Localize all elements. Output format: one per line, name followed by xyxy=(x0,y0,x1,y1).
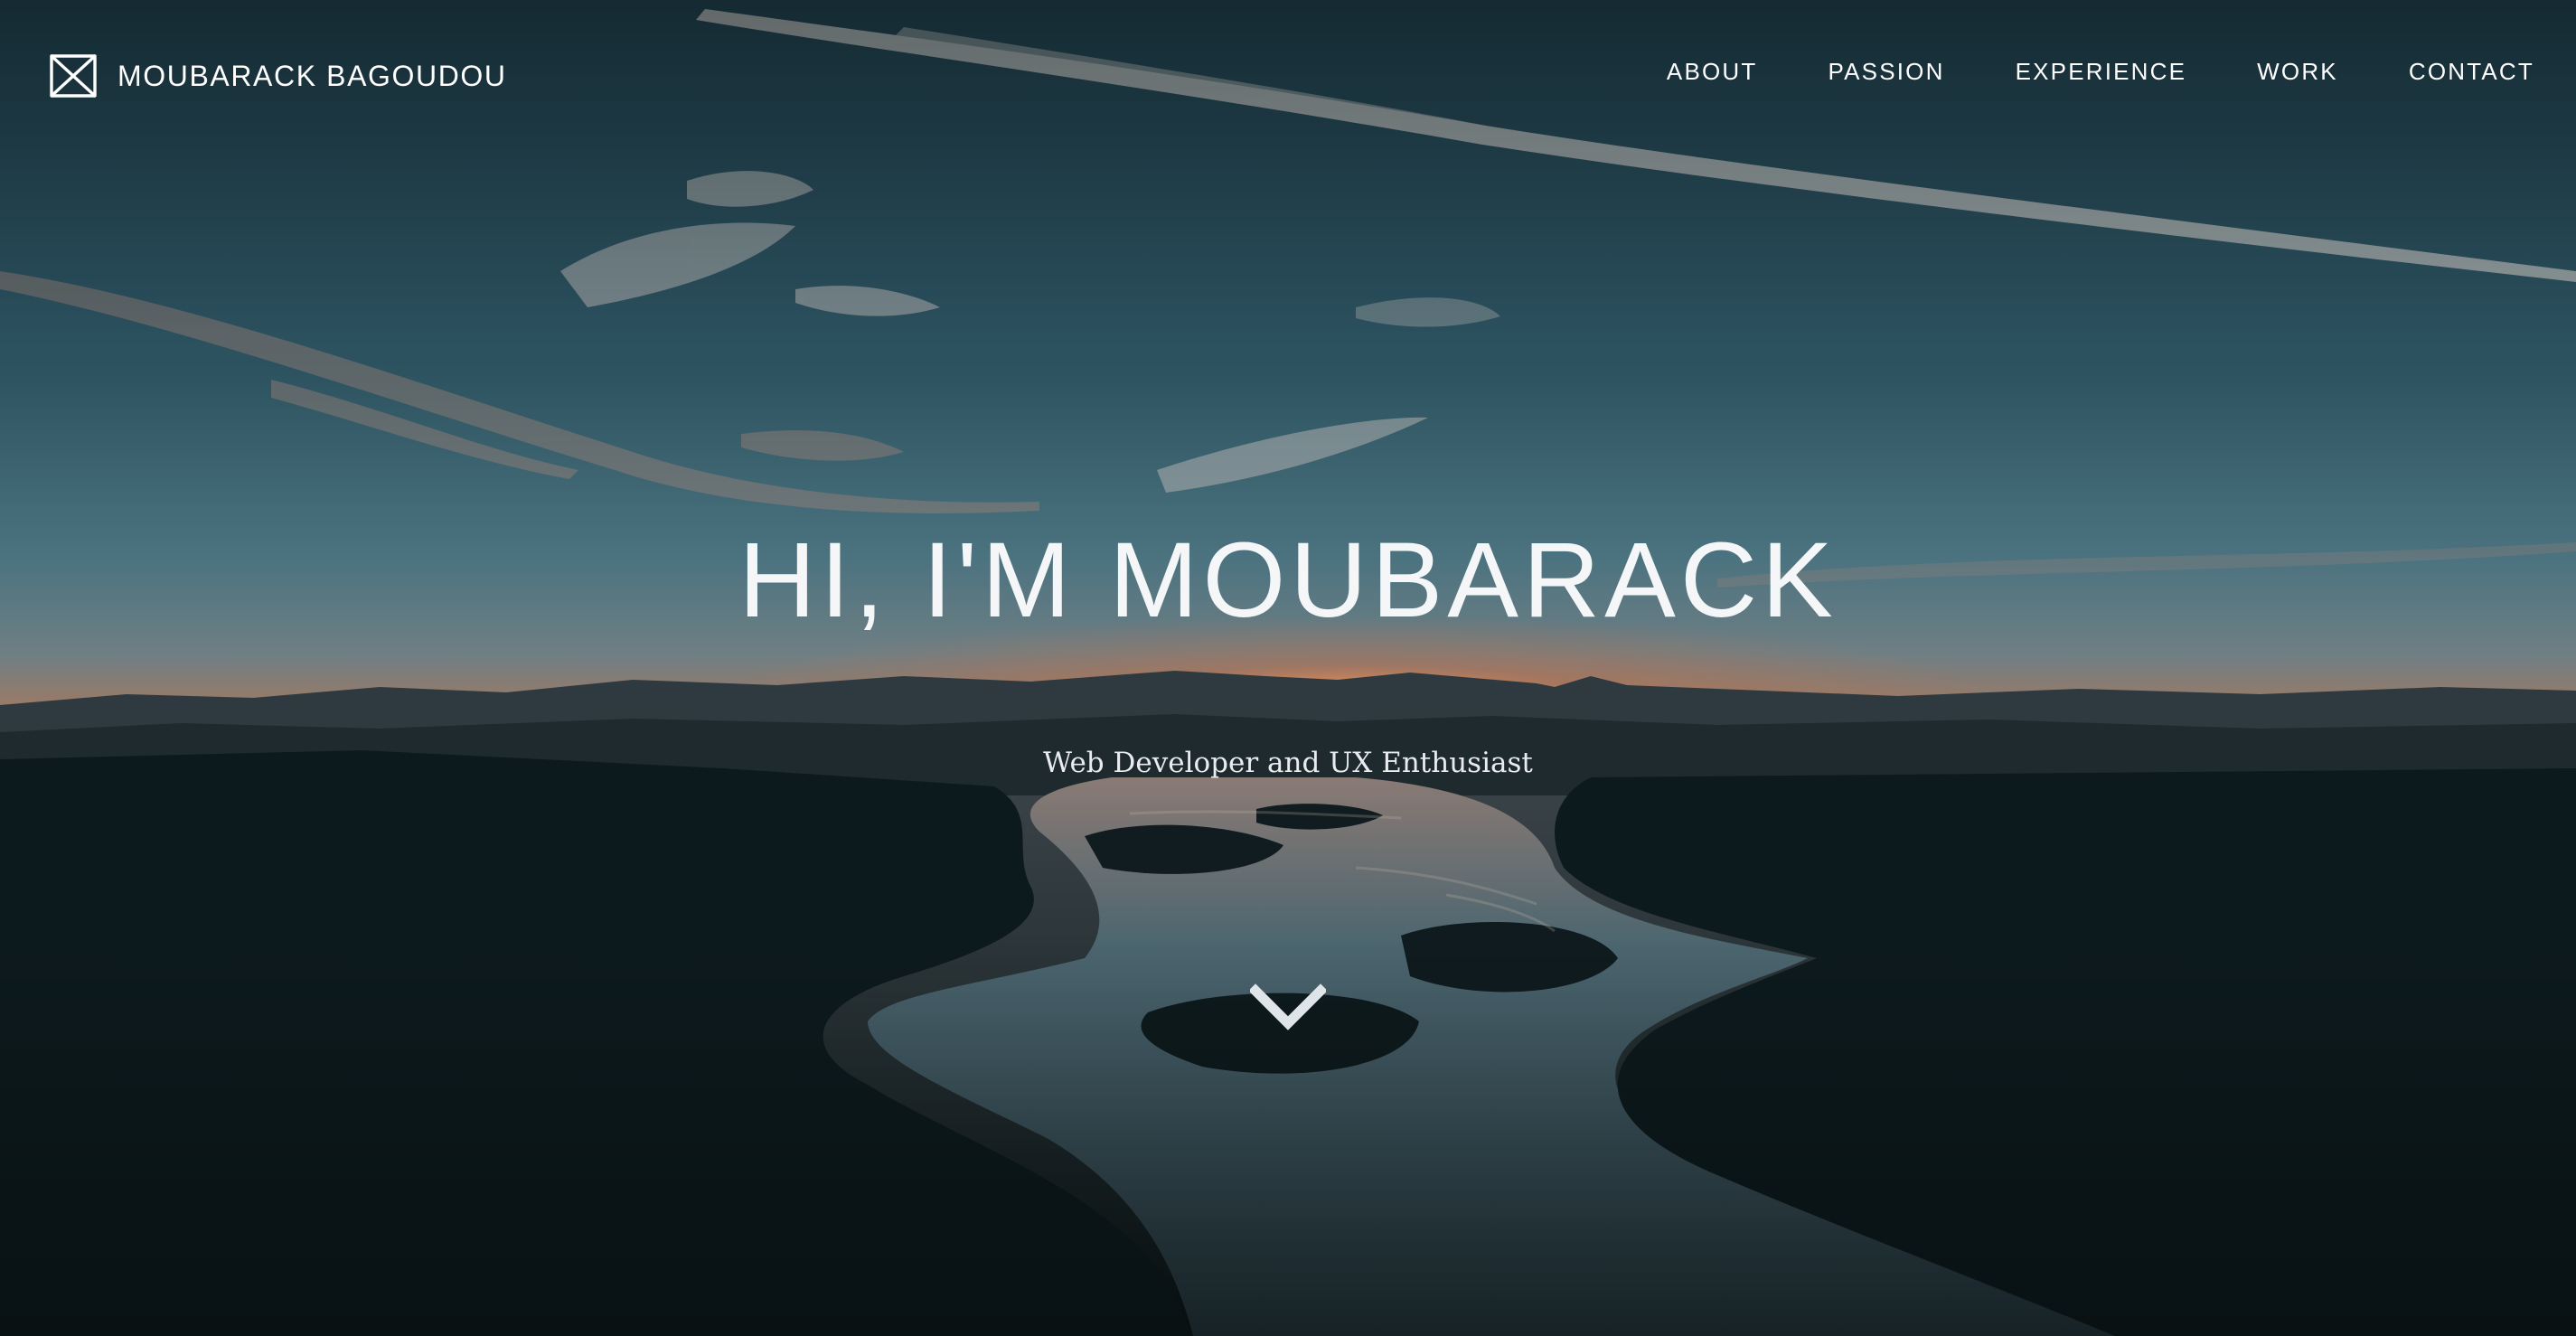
hero-section: MOUBARACK BAGOUDOU ABOUT PASSION EXPERIE… xyxy=(0,0,2576,1336)
scroll-down-button[interactable] xyxy=(1248,983,1328,1034)
chevron-down-icon xyxy=(1248,983,1328,1030)
nav-link-about[interactable]: ABOUT xyxy=(1667,58,1758,86)
nav-link-work[interactable]: WORK xyxy=(2257,58,2338,86)
hero-headline: HI, I'M MOUBARACK xyxy=(738,521,1838,640)
bowtie-monogram-icon xyxy=(50,54,97,98)
nav-link-contact[interactable]: CONTACT xyxy=(2409,58,2534,86)
hero-tagline: Web Developer and UX Enthusiast xyxy=(1043,747,1533,779)
main-nav: ABOUT PASSION EXPERIENCE WORK CONTACT xyxy=(1667,58,2534,86)
top-navigation: MOUBARACK BAGOUDOU ABOUT PASSION EXPERIE… xyxy=(0,0,2576,154)
brand-name: MOUBARACK BAGOUDOU xyxy=(118,59,507,92)
hero-background-image xyxy=(0,0,2576,1336)
brand-home-link[interactable]: MOUBARACK BAGOUDOU xyxy=(49,52,507,99)
nav-link-passion[interactable]: PASSION xyxy=(1829,58,1945,86)
nav-link-experience[interactable]: EXPERIENCE xyxy=(2016,58,2187,86)
